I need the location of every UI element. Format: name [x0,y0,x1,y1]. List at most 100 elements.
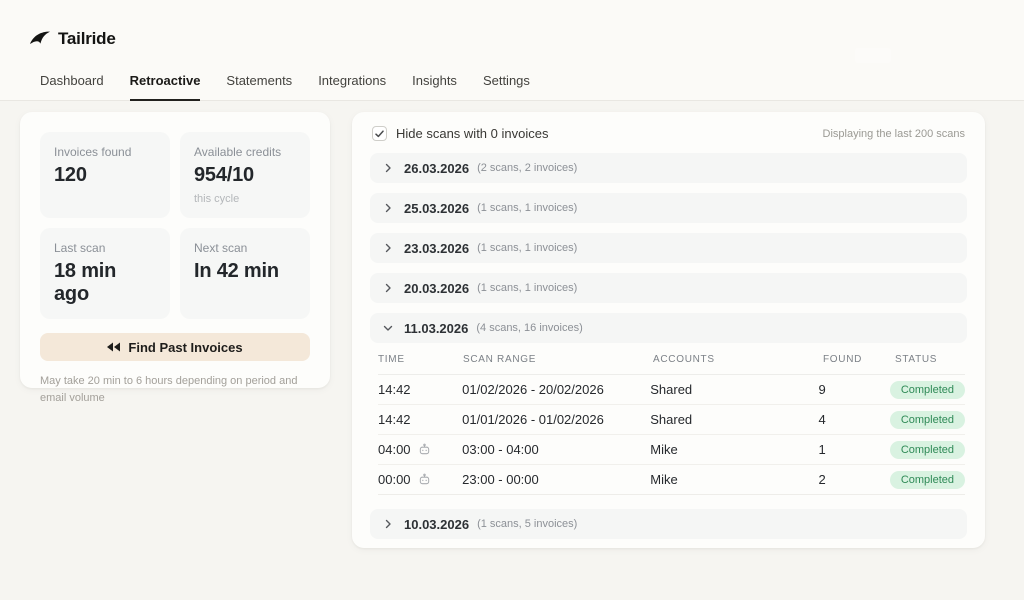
stat-label: Last scan [54,241,156,255]
scan-group-header[interactable]: 11.03.2026 (4 scans, 16 invoices) [370,313,967,343]
scan-account: Shared [650,412,818,427]
scan-time: 04:00 [378,442,411,457]
scan-group-header[interactable]: 10.03.2026 (1 scans, 5 invoices) [370,509,967,539]
check-icon [375,130,384,138]
status-badge: Completed [890,441,965,459]
stat-next-scan: Next scan In 42 min [180,228,310,319]
status-badge: Completed [890,411,965,429]
col-header-found: FOUND [823,354,895,365]
scan-range: 01/02/2026 - 20/02/2026 [462,382,650,397]
stat-label: Available credits [194,145,296,159]
scan-group-header[interactable]: 26.03.2026 (2 scans, 2 invoices) [370,153,967,183]
scans-panel: Hide scans with 0 invoices Displaying th… [352,112,985,548]
stat-available-credits: Available credits 954/10 this cycle [180,132,310,218]
stats-panel: Invoices found 120 Available credits 954… [20,112,330,388]
robot-icon [418,443,431,456]
chevron-right-icon [383,519,393,529]
stat-value: 18 min ago [54,260,156,306]
scan-row: 04:00 03:00 - 04:00 Mike 1 Completed [378,435,965,465]
scan-row: 14:42 01/01/2026 - 01/02/2026 Shared 4 C… [378,405,965,435]
scan-found-count: 1 [819,442,890,457]
main-nav: Dashboard Retroactive Statements Integra… [40,73,530,101]
scan-range: 03:00 - 04:00 [462,442,650,457]
scan-group: 25.03.2026 (1 scans, 1 invoices) [370,193,967,223]
scan-group: 26.03.2026 (2 scans, 2 invoices) [370,153,967,183]
hide-zero-invoices-checkbox[interactable] [372,126,387,141]
status-badge: Completed [890,381,965,399]
stat-last-scan: Last scan 18 min ago [40,228,170,319]
scan-group-summary: (4 scans, 16 invoices) [476,322,582,334]
scan-group-summary: (1 scans, 1 invoices) [477,242,577,254]
chevron-right-icon [383,203,393,213]
scan-row: 00:00 23:00 - 00:00 Mike 2 Completed [378,465,965,495]
tab-statements[interactable]: Statements [226,73,292,101]
scan-group-header[interactable]: 23.03.2026 (1 scans, 1 invoices) [370,233,967,263]
brand-name: Tailride [58,29,116,49]
scan-row: 14:42 01/02/2026 - 20/02/2026 Shared 9 C… [378,375,965,405]
tab-insights[interactable]: Insights [412,73,457,101]
tab-settings[interactable]: Settings [483,73,530,101]
scan-group: 20.03.2026 (1 scans, 1 invoices) [370,273,967,303]
scan-found-count: 2 [819,472,890,487]
ghost-placeholder [855,48,891,63]
stat-value: 120 [54,164,156,187]
col-header-scan-range: SCAN RANGE [463,354,653,365]
scan-group: 23.03.2026 (1 scans, 1 invoices) [370,233,967,263]
col-header-accounts: ACCOUNTS [653,354,823,365]
scan-group-header[interactable]: 20.03.2026 (1 scans, 1 invoices) [370,273,967,303]
tab-dashboard[interactable]: Dashboard [40,73,104,101]
chevron-right-icon [383,283,393,293]
scan-account: Mike [650,472,818,487]
scan-group-date: 20.03.2026 [404,281,469,296]
scan-duration-note: May take 20 min to 6 hours depending on … [40,373,310,406]
filter-row: Hide scans with 0 invoices Displaying th… [370,126,967,141]
scan-table: TIME SCAN RANGE ACCOUNTS FOUND STATUS 14… [370,343,967,497]
stat-sublabel: this cycle [194,193,296,205]
scan-group-date: 26.03.2026 [404,161,469,176]
col-header-time: TIME [378,354,463,365]
scan-group-date: 11.03.2026 [404,321,468,336]
scan-group-summary: (1 scans, 1 invoices) [477,282,577,294]
find-past-invoices-button[interactable]: Find Past Invoices [40,333,310,361]
scan-group-summary: (1 scans, 1 invoices) [477,202,577,214]
app-header: Tailride Dashboard Retroactive Statement… [0,0,1024,101]
scan-group-date: 23.03.2026 [404,241,469,256]
scan-range: 23:00 - 00:00 [462,472,650,487]
scan-group-header[interactable]: 25.03.2026 (1 scans, 1 invoices) [370,193,967,223]
stat-label: Next scan [194,241,296,255]
chevron-right-icon [383,163,393,173]
hide-zero-invoices-label[interactable]: Hide scans with 0 invoices [396,126,548,141]
scan-account: Shared [650,382,818,397]
scan-group-date: 25.03.2026 [404,201,469,216]
scan-group: 10.03.2026 (1 scans, 5 invoices) [370,509,967,539]
scan-time: 14:42 [378,382,411,397]
scan-group-date: 10.03.2026 [404,517,469,532]
chevron-down-icon [383,323,393,333]
scan-group-summary: (1 scans, 5 invoices) [477,518,577,530]
scan-time: 14:42 [378,412,411,427]
status-badge: Completed [890,471,965,489]
scan-range: 01/01/2026 - 01/02/2026 [462,412,650,427]
col-header-status: STATUS [895,354,965,365]
tailride-bird-icon [29,30,51,48]
scan-group-summary: (2 scans, 2 invoices) [477,162,577,174]
robot-icon [418,473,431,486]
scan-table-header: TIME SCAN RANGE ACCOUNTS FOUND STATUS [378,343,965,375]
chevron-right-icon [383,243,393,253]
stat-value: 954/10 [194,164,296,187]
stat-value: In 42 min [194,260,296,283]
brand-logo[interactable]: Tailride [29,29,116,49]
scan-time: 00:00 [378,472,411,487]
stat-invoices-found: Invoices found 120 [40,132,170,218]
tab-retroactive[interactable]: Retroactive [130,73,201,101]
stat-label: Invoices found [54,145,156,159]
displaying-note: Displaying the last 200 scans [823,128,965,140]
scan-found-count: 9 [819,382,890,397]
scan-found-count: 4 [819,412,890,427]
stats-grid: Invoices found 120 Available credits 954… [40,132,310,319]
tab-integrations[interactable]: Integrations [318,73,386,101]
find-past-invoices-label: Find Past Invoices [128,340,242,355]
rewind-icon [107,342,120,352]
scan-group-expanded: 11.03.2026 (4 scans, 16 invoices) TIME S… [370,313,967,497]
scan-account: Mike [650,442,818,457]
